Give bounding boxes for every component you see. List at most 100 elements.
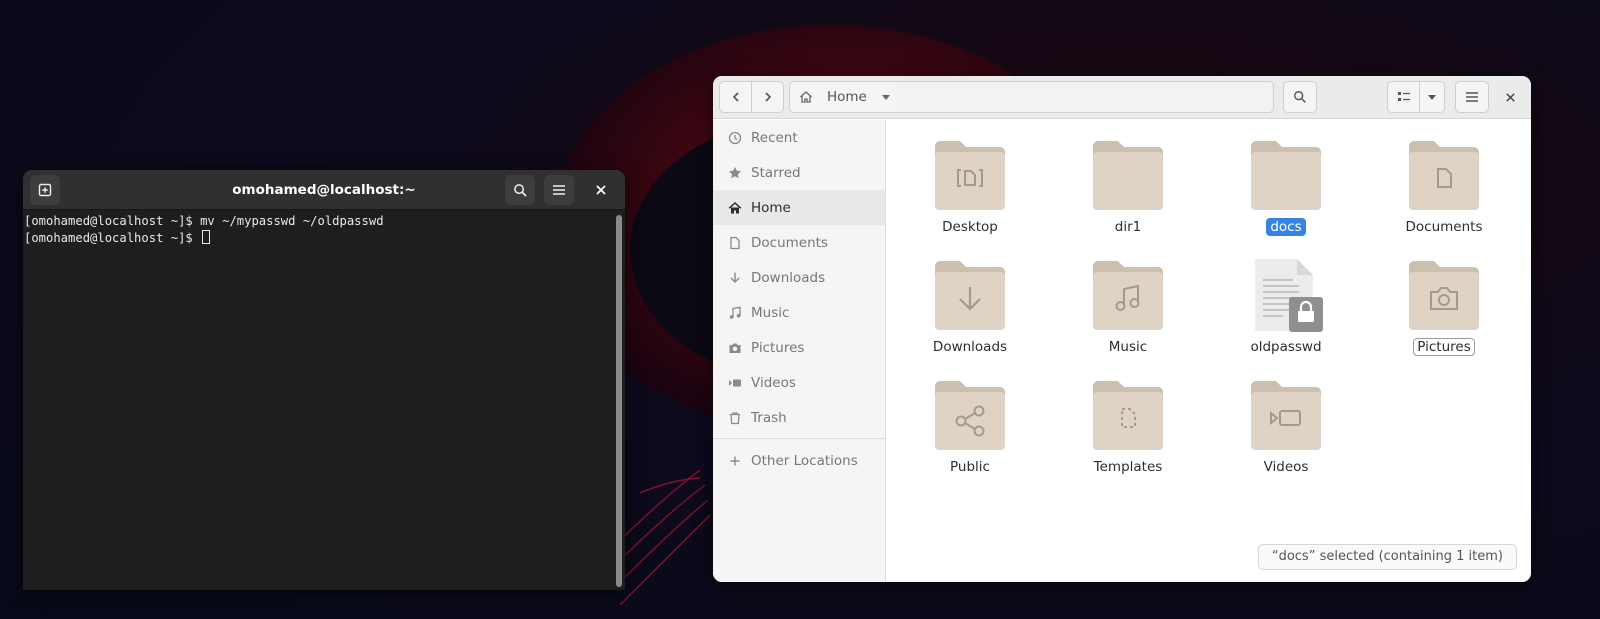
sidebar-item-label: Documents — [751, 234, 828, 251]
files-sidebar: Recent Starred Home Documents Downloads … — [713, 120, 886, 582]
main-menu-button[interactable] — [1455, 81, 1489, 113]
terminal-window[interactable]: omohamed@localhost:~ [omohamed@localhost… — [23, 170, 625, 590]
file-grid[interactable]: Desktop dir1 docs Documents Downloads Mu… — [887, 120, 1531, 582]
file-item-label: Templates — [1093, 459, 1163, 475]
file-item-label: Videos — [1263, 459, 1309, 475]
file-item-label: oldpasswd — [1250, 339, 1322, 355]
folder-icon — [1091, 138, 1165, 212]
file-item-videos[interactable]: Videos — [1221, 378, 1351, 476]
clock-icon — [727, 131, 743, 145]
sidebar-item-label: Home — [751, 199, 791, 216]
chevron-left-icon — [732, 92, 739, 102]
folder-music-icon — [1091, 258, 1165, 332]
folder-documents-icon — [1407, 138, 1481, 212]
hamburger-icon — [553, 185, 565, 195]
folder-public-icon — [933, 378, 1007, 452]
file-item-public[interactable]: Public — [905, 378, 1035, 476]
sidebar-item-label: Pictures — [751, 339, 805, 356]
terminal-scrollbar[interactable] — [616, 215, 622, 587]
menu-button[interactable] — [544, 175, 574, 205]
file-item-label: Public — [950, 459, 990, 475]
chevron-right-icon — [764, 92, 771, 102]
terminal-prompt: [omohamed@localhost ~]$ — [24, 230, 201, 245]
file-item-label: docs — [1266, 218, 1306, 236]
close-icon — [596, 185, 606, 195]
terminal-headerbar: omohamed@localhost:~ — [23, 170, 625, 210]
file-item-label: Downloads — [932, 339, 1008, 355]
file-item-label: Documents — [1405, 219, 1483, 235]
folder-icon — [1249, 138, 1323, 212]
view-mode-button[interactable] — [1387, 81, 1420, 113]
sidebar-item-other-locations[interactable]: Other Locations — [713, 443, 885, 478]
sidebar-item-music[interactable]: Music — [713, 295, 885, 330]
sidebar-separator — [713, 438, 885, 439]
sidebar-item-label: Recent — [751, 129, 798, 146]
path-bar-home[interactable]: Home — [789, 81, 897, 113]
sidebar-item-videos[interactable]: Videos — [713, 365, 885, 400]
file-item-label: Pictures — [1413, 338, 1475, 356]
folder-videos-icon — [1249, 378, 1323, 452]
folder-pictures-icon — [1407, 258, 1481, 332]
file-item-docs[interactable]: docs — [1221, 138, 1351, 236]
sidebar-item-label: Starred — [751, 164, 801, 181]
back-button[interactable] — [719, 81, 752, 113]
sidebar-item-label: Music — [751, 304, 790, 321]
download-icon — [727, 271, 743, 285]
file-item-label: Desktop — [942, 219, 998, 235]
sidebar-item-label: Other Locations — [751, 452, 858, 469]
terminal-prompt-line: [omohamed@localhost ~]$ — [24, 229, 610, 247]
file-item-templates[interactable]: Templates — [1063, 378, 1193, 476]
file-item-music[interactable]: Music — [1063, 258, 1193, 356]
home-icon — [800, 91, 812, 103]
plus-icon — [727, 455, 743, 467]
sidebar-item-recent[interactable]: Recent — [713, 120, 885, 155]
list-view-icon — [1397, 92, 1410, 101]
terminal-cursor — [202, 229, 211, 244]
camera-icon — [727, 341, 743, 355]
document-icon — [727, 236, 743, 250]
view-options-button[interactable] — [1419, 81, 1445, 113]
sidebar-item-documents[interactable]: Documents — [713, 225, 885, 260]
search-icon — [1294, 91, 1306, 103]
folder-templates-icon — [1091, 378, 1165, 452]
files-headerbar: Home — [713, 76, 1531, 119]
sidebar-item-label: Downloads — [751, 269, 826, 286]
close-button[interactable] — [586, 175, 616, 205]
music-icon — [727, 306, 743, 320]
file-item-documents[interactable]: Documents — [1379, 138, 1509, 236]
search-icon — [513, 183, 527, 197]
close-button[interactable] — [1495, 81, 1525, 113]
file-item-downloads[interactable]: Downloads — [905, 258, 1035, 356]
home-icon — [727, 201, 743, 215]
file-item-dir1[interactable]: dir1 — [1063, 138, 1193, 236]
sidebar-item-trash[interactable]: Trash — [713, 400, 885, 435]
file-item-oldpasswd[interactable]: oldpasswd — [1221, 258, 1351, 356]
search-button[interactable] — [505, 175, 535, 205]
sidebar-item-label: Videos — [751, 374, 796, 391]
file-item-label: Music — [1108, 339, 1148, 355]
location-field[interactable] — [896, 81, 1274, 113]
files-window[interactable]: Home Recent Starred Home Documents Downl… — [713, 76, 1531, 582]
terminal-line: [omohamed@localhost ~]$ mv ~/mypasswd ~/… — [24, 214, 384, 228]
file-item-label: dir1 — [1114, 219, 1142, 235]
close-icon — [1505, 92, 1515, 102]
terminal-output[interactable]: [omohamed@localhost ~]$ mv ~/mypasswd ~/… — [23, 211, 611, 590]
file-item-pictures[interactable]: Pictures — [1379, 258, 1509, 356]
dropdown-arrow-icon — [881, 95, 890, 100]
sidebar-item-label: Trash — [751, 409, 787, 426]
forward-button[interactable] — [751, 81, 784, 113]
sidebar-item-starred[interactable]: Starred — [713, 155, 885, 190]
sidebar-item-home[interactable]: Home — [713, 190, 885, 225]
status-bar: “docs” selected (containing 1 item) — [1257, 544, 1517, 570]
sidebar-item-downloads[interactable]: Downloads — [713, 260, 885, 295]
star-icon — [727, 166, 743, 180]
video-icon — [727, 376, 743, 390]
file-item-desktop[interactable]: Desktop — [905, 138, 1035, 236]
folder-desktop-icon — [933, 138, 1007, 212]
folder-download-icon — [933, 258, 1007, 332]
search-button[interactable] — [1283, 81, 1317, 113]
path-label: Home — [827, 89, 867, 105]
sidebar-item-pictures[interactable]: Pictures — [713, 330, 885, 365]
hamburger-icon — [1466, 92, 1478, 102]
trash-icon — [727, 411, 743, 425]
